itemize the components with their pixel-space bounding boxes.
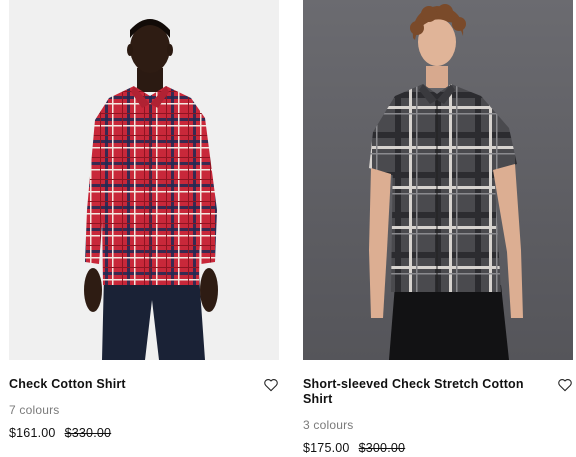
sale-price: $161.00 [9,426,56,440]
product-title[interactable]: Check Cotton Shirt [9,377,249,392]
product-photo-charcoal-check-shirt [369,4,523,360]
price-row: $175.00 $300.00 [303,441,405,455]
colour-count: 3 colours [303,418,354,432]
sale-price: $175.00 [303,441,350,455]
original-price: $330.00 [64,426,112,440]
product-card[interactable]: Short-sleeved Check Stretch Cotton Shirt… [303,0,573,455]
original-price: $300.00 [358,441,406,455]
product-title[interactable]: Short-sleeved Check Stretch Cotton Shirt [303,377,543,407]
heart-outline-icon[interactable] [557,377,573,393]
price-row: $161.00 $330.00 [9,426,111,440]
product-card[interactable]: Check Cotton Shirt 7 colours $161.00 $330… [9,0,279,440]
heart-outline-icon[interactable] [263,377,279,393]
product-grid: Check Cotton Shirt 7 colours $161.00 $330… [0,0,576,457]
product-image[interactable] [303,0,573,360]
colour-count: 7 colours [9,403,60,417]
product-image[interactable] [9,0,279,360]
product-photo-red-check-shirt [84,19,218,360]
